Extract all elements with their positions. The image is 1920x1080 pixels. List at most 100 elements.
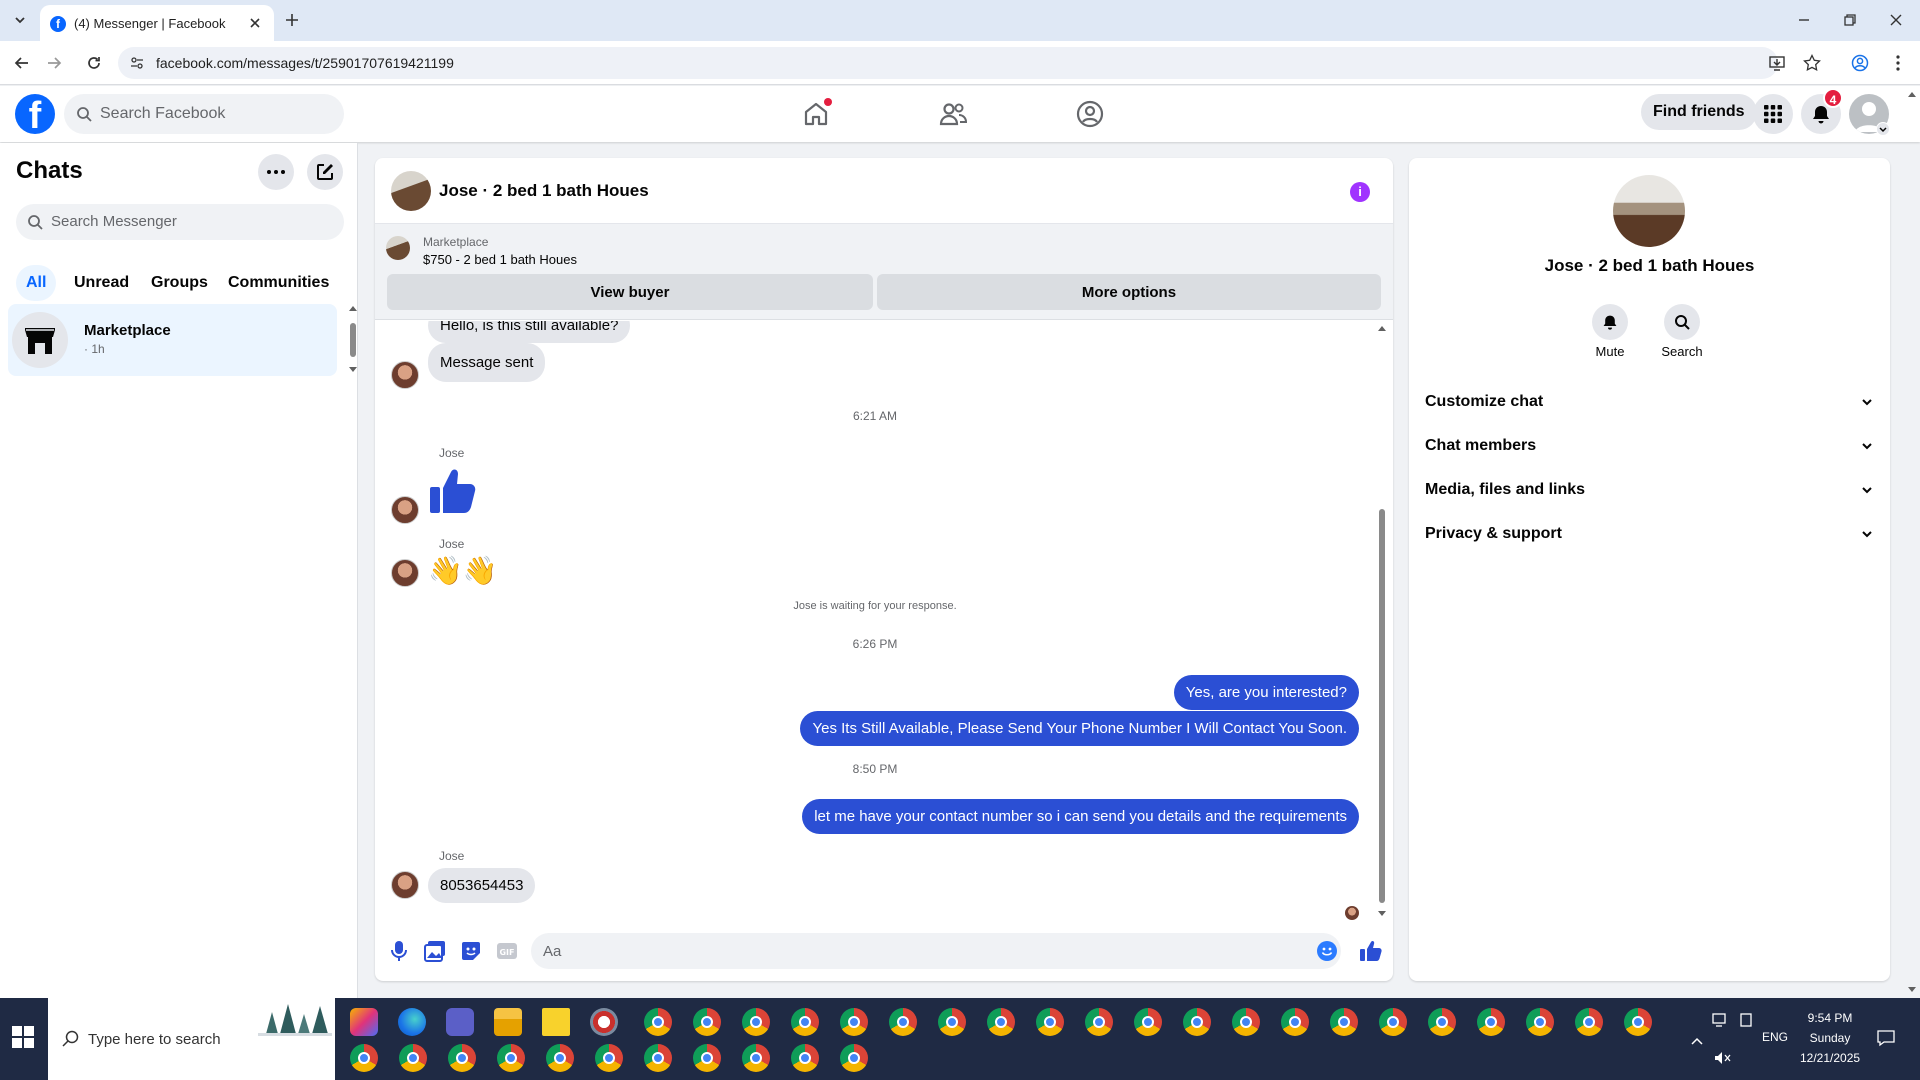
- emoji-icon[interactable]: [1317, 941, 1337, 961]
- filter-all[interactable]: All: [16, 265, 57, 301]
- chrome-window-icon[interactable]: [840, 1008, 868, 1036]
- chrome-window-icon[interactable]: [1624, 1008, 1652, 1036]
- sticker-icon[interactable]: [459, 939, 483, 963]
- chats-options-button[interactable]: [258, 154, 294, 190]
- chrome-window-icon[interactable]: [1428, 1008, 1456, 1036]
- address-bar[interactable]: facebook.com/messages/t/2590170761942119…: [118, 47, 1785, 79]
- filter-communities[interactable]: Communities: [218, 265, 339, 301]
- notification-center-icon[interactable]: [1876, 1028, 1896, 1048]
- section-media-files-links[interactable]: Media, files and links: [1425, 468, 1874, 512]
- section-customize-chat[interactable]: Customize chat: [1425, 380, 1874, 424]
- chrome-window-icon[interactable]: [1379, 1008, 1407, 1036]
- new-message-button[interactable]: [307, 154, 343, 190]
- chrome-window-icon[interactable]: [791, 1044, 819, 1072]
- window-close-icon[interactable]: [1880, 4, 1912, 36]
- chrome-window-icon[interactable]: [644, 1008, 672, 1036]
- account-chevron-icon[interactable]: [1876, 122, 1890, 136]
- nav-friends-icon[interactable]: [937, 98, 969, 130]
- chrome-window-icon[interactable]: [840, 1044, 868, 1072]
- tray-overflow-chevron-icon[interactable]: [1690, 1036, 1704, 1046]
- more-options-button[interactable]: More options: [877, 274, 1381, 310]
- edge-browser-icon[interactable]: [398, 1008, 426, 1036]
- chrome-window-icon[interactable]: [399, 1044, 427, 1072]
- file-explorer-icon[interactable]: [494, 1008, 522, 1036]
- chrome-window-icon[interactable]: [1036, 1008, 1064, 1036]
- messenger-search-box[interactable]: Search Messenger: [16, 204, 344, 240]
- taskbar-search-box[interactable]: Type here to search: [48, 998, 335, 1080]
- chrome-window-icon[interactable]: [1330, 1008, 1358, 1036]
- chrome-window-icon[interactable]: [595, 1044, 623, 1072]
- browser-tab-messenger[interactable]: f (4) Messenger | Facebook: [40, 5, 274, 41]
- chrome-window-icon[interactable]: [448, 1044, 476, 1072]
- conversation-title[interactable]: Jose · 2 bed 1 bath Houes: [439, 181, 649, 201]
- notifications-button[interactable]: 4: [1801, 88, 1843, 134]
- chrome-window-icon[interactable]: [938, 1008, 966, 1036]
- filter-unread[interactable]: Unread: [64, 265, 139, 301]
- chrome-window-icon[interactable]: [1477, 1008, 1505, 1036]
- chats-scrollbar[interactable]: [348, 303, 358, 375]
- device-icon[interactable]: [1738, 1012, 1754, 1028]
- chrome-window-icon[interactable]: [1232, 1008, 1260, 1036]
- chrome-window-icon[interactable]: [497, 1044, 525, 1072]
- view-buyer-button[interactable]: View buyer: [387, 274, 873, 310]
- mute-button[interactable]: [1592, 304, 1628, 340]
- chat-list-item[interactable]: Marketplace · 1h: [8, 304, 337, 376]
- volume-muted-icon[interactable]: [1714, 1050, 1732, 1066]
- site-info-icon[interactable]: [130, 56, 144, 70]
- nav-groups-icon[interactable]: [1074, 98, 1106, 130]
- facebook-search-box[interactable]: Search Facebook: [64, 94, 344, 134]
- window-restore-icon[interactable]: [1834, 4, 1866, 36]
- system-clock[interactable]: 9:54 PM Sunday 12/21/2025: [1800, 1008, 1860, 1068]
- chrome-window-icon[interactable]: [742, 1044, 770, 1072]
- chrome-window-icon[interactable]: [1183, 1008, 1211, 1036]
- tab-list-chevron-icon[interactable]: [4, 4, 36, 36]
- chrome-window-icon[interactable]: [693, 1008, 721, 1036]
- conversation-info-icon[interactable]: i: [1350, 182, 1370, 202]
- chrome-window-icon[interactable]: [889, 1008, 917, 1036]
- sticky-notes-icon[interactable]: [542, 1008, 570, 1036]
- bookmark-star-icon[interactable]: [1796, 47, 1828, 79]
- app-icon[interactable]: [446, 1008, 474, 1036]
- chrome-window-icon[interactable]: [1134, 1008, 1162, 1036]
- send-like-thumb-icon[interactable]: [1359, 939, 1383, 963]
- find-friends-button[interactable]: Find friends: [1641, 94, 1757, 130]
- chrome-window-icon[interactable]: [1526, 1008, 1554, 1036]
- thread-scrollbar[interactable]: [1377, 323, 1387, 919]
- chrome-window-icon[interactable]: [987, 1008, 1015, 1036]
- chrome-window-icon[interactable]: [644, 1044, 672, 1072]
- back-arrow-icon[interactable]: [6, 47, 38, 79]
- new-tab-plus-icon[interactable]: [276, 4, 308, 36]
- chrome-window-icon[interactable]: [350, 1044, 378, 1072]
- profile-account-icon[interactable]: [1844, 47, 1876, 79]
- chrome-window-icon[interactable]: [1575, 1008, 1603, 1036]
- chrome-window-icon[interactable]: [791, 1008, 819, 1036]
- gif-icon[interactable]: GIF: [495, 939, 519, 963]
- browser-menu-kebab-icon[interactable]: [1882, 47, 1914, 79]
- app-icon[interactable]: [590, 1008, 618, 1036]
- window-minimize-icon[interactable]: [1788, 4, 1820, 36]
- tab-close-icon[interactable]: [246, 14, 264, 32]
- language-indicator[interactable]: ENG: [1762, 1030, 1788, 1044]
- menu-grid-button[interactable]: [1753, 94, 1793, 134]
- chrome-window-icon[interactable]: [1085, 1008, 1113, 1036]
- nav-home-icon[interactable]: [800, 98, 832, 130]
- facebook-logo-icon[interactable]: f: [15, 94, 55, 134]
- forward-arrow-icon[interactable]: [38, 47, 70, 79]
- microphone-icon[interactable]: [387, 939, 411, 963]
- install-app-icon[interactable]: [1768, 54, 1786, 72]
- chrome-window-icon[interactable]: [693, 1044, 721, 1072]
- copilot-app-icon[interactable]: [350, 1008, 378, 1036]
- filter-groups[interactable]: Groups: [141, 265, 218, 301]
- chrome-window-icon[interactable]: [1281, 1008, 1309, 1036]
- windows-start-icon[interactable]: [12, 1026, 34, 1048]
- search-in-conversation-button[interactable]: [1664, 304, 1700, 340]
- photo-gallery-icon[interactable]: [423, 939, 447, 963]
- chrome-window-icon[interactable]: [742, 1008, 770, 1036]
- message-thread[interactable]: Hello, is this still available? Message …: [375, 321, 1375, 921]
- network-icon[interactable]: [1712, 1012, 1730, 1028]
- chrome-window-icon[interactable]: [546, 1044, 574, 1072]
- reload-icon[interactable]: [78, 47, 110, 79]
- page-scrollbar[interactable]: [1906, 88, 1918, 996]
- message-input[interactable]: Aa: [531, 933, 1341, 969]
- section-chat-members[interactable]: Chat members: [1425, 424, 1874, 468]
